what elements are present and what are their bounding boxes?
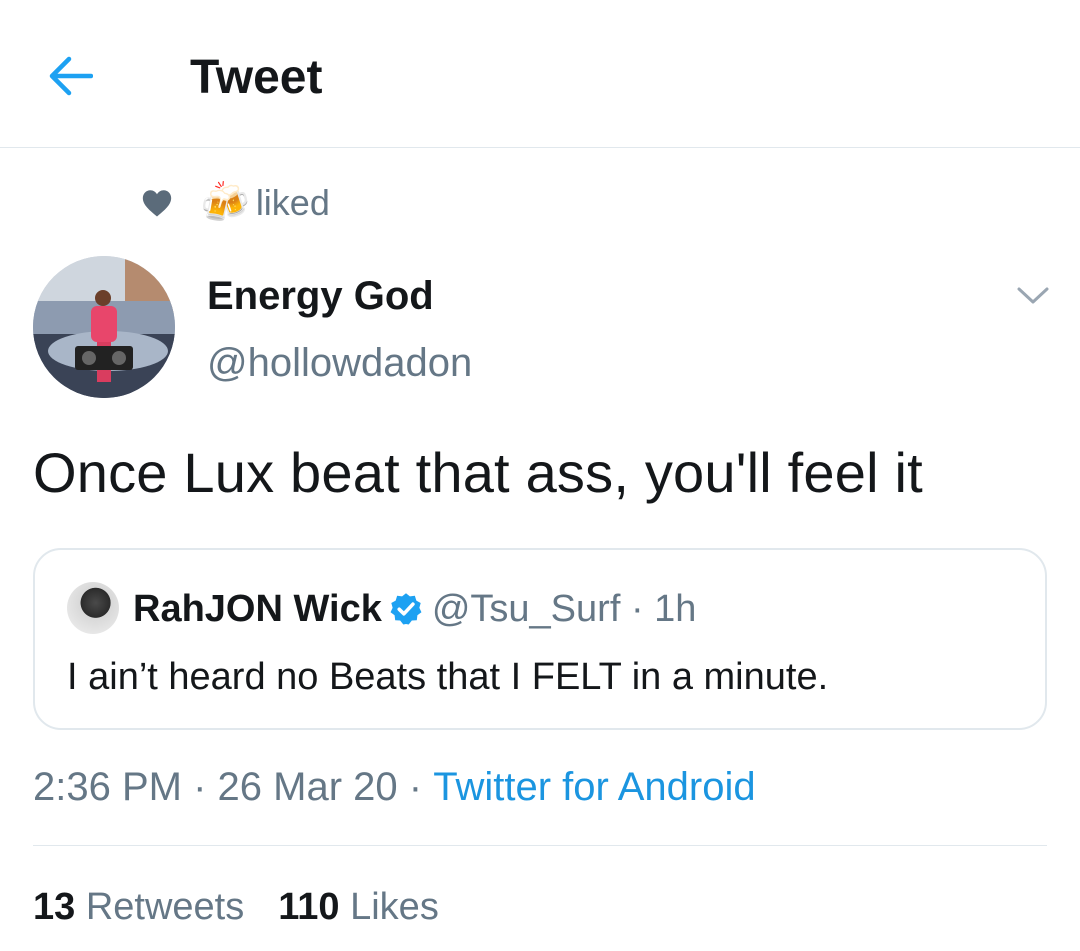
quoted-tweet-text: I ain’t heard no Beats that I FELT in a … xyxy=(67,656,829,698)
retweets-label: Retweets xyxy=(85,885,245,928)
author-handle: @hollowdadon xyxy=(207,341,473,385)
quoted-author-handle: @Tsu_Surf xyxy=(431,587,621,630)
page-title: Tweet xyxy=(190,51,323,104)
beer-emoji-icon: 🍻 xyxy=(200,181,250,225)
likes-label: Likes xyxy=(350,885,439,928)
tweet-source-link[interactable]: Twitter for Android xyxy=(433,765,755,810)
heart-icon xyxy=(142,190,172,217)
back-button[interactable] xyxy=(40,48,100,104)
likes-count: 110 xyxy=(278,885,351,928)
quoted-meta-separator: · xyxy=(630,587,644,630)
quoted-author-name: RahJON Wick xyxy=(133,587,382,630)
quoted-author-avatar xyxy=(67,582,119,634)
top-bar: Tweet xyxy=(0,0,1080,148)
timestamp-separator: · xyxy=(193,764,207,809)
liked-label: liked xyxy=(255,182,330,223)
quoted-tweet-card[interactable]: RahJON Wick @Tsu_Surf · 1h I ain’t heard… xyxy=(33,548,1047,730)
author-display-name[interactable]: Energy God xyxy=(207,274,434,319)
timestamp-separator: · xyxy=(408,764,423,809)
retweets-count: 13 xyxy=(33,885,86,928)
tweet-date: 26 Mar 20 xyxy=(217,764,398,809)
social-context[interactable]: 🍻 liked xyxy=(140,178,330,228)
author-avatar[interactable] xyxy=(33,256,175,398)
likes-stat[interactable]: 110 Likes xyxy=(278,886,439,929)
avatar-photo xyxy=(33,256,175,398)
quoted-time-ago: 1h xyxy=(654,587,697,630)
tweet-stats: 13 Retweets 110 Likes xyxy=(33,884,473,930)
tweet-options-button[interactable] xyxy=(1010,278,1056,314)
divider xyxy=(33,845,1047,846)
verified-badge-icon xyxy=(390,593,422,625)
chevron-down-icon xyxy=(1017,287,1049,304)
tweet-timestamp: 2:36 PM · 26 Mar 20 · Twitter for Androi… xyxy=(33,764,756,810)
tweet-time: 2:36 PM xyxy=(33,764,182,809)
tweet-text: Once Lux beat that ass, you'll feel it xyxy=(33,441,923,504)
retweets-stat[interactable]: 13 Retweets xyxy=(33,886,244,929)
arrow-left-icon xyxy=(49,56,93,96)
quoted-tweet-header: RahJON Wick @Tsu_Surf · 1h xyxy=(133,584,696,634)
